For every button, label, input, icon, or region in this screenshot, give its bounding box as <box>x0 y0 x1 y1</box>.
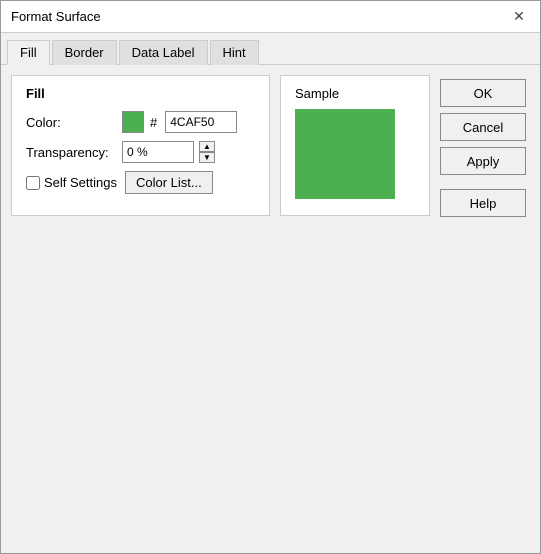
transparency-input[interactable] <box>122 141 194 163</box>
spinner-up[interactable]: ▲ <box>199 141 215 152</box>
tab-data-label[interactable]: Data Label <box>119 40 208 65</box>
ok-button[interactable]: OK <box>440 79 526 107</box>
tab-border[interactable]: Border <box>52 40 117 65</box>
color-list-button[interactable]: Color List... <box>125 171 213 194</box>
close-button[interactable]: ✕ <box>508 6 530 28</box>
main-panel: Fill Color: # Transparency: ▲ <box>11 75 430 543</box>
sample-title: Sample <box>295 86 415 101</box>
sample-group: Sample <box>280 75 430 216</box>
panels-row: Fill Color: # Transparency: ▲ <box>11 75 430 216</box>
cancel-button[interactable]: Cancel <box>440 113 526 141</box>
sample-color-box <box>295 109 395 199</box>
fill-group-title: Fill <box>26 86 255 101</box>
self-settings-checkbox[interactable] <box>26 176 40 190</box>
hex-color-input[interactable] <box>165 111 237 133</box>
title-bar: Format Surface ✕ <box>1 1 540 33</box>
transparency-spinner[interactable]: ▲ ▼ <box>199 141 215 163</box>
spinner-down[interactable]: ▼ <box>199 152 215 163</box>
content-area: Fill Color: # Transparency: ▲ <box>1 65 540 553</box>
help-button[interactable]: Help <box>440 189 526 217</box>
dialog-title: Format Surface <box>11 9 101 24</box>
hash-symbol: # <box>150 115 157 130</box>
tab-fill[interactable]: Fill <box>7 40 50 65</box>
right-buttons: OK Cancel Apply Help <box>440 75 530 543</box>
color-row: Color: # <box>26 111 255 133</box>
color-label: Color: <box>26 115 116 130</box>
fill-group: Fill Color: # Transparency: ▲ <box>11 75 270 216</box>
format-surface-dialog: Format Surface ✕ Fill Border Data Label … <box>0 0 541 554</box>
tab-hint[interactable]: Hint <box>210 40 259 65</box>
self-settings-label[interactable]: Self Settings <box>26 175 117 190</box>
apply-button[interactable]: Apply <box>440 147 526 175</box>
self-settings-row: Self Settings Color List... <box>26 171 255 194</box>
close-icon: ✕ <box>513 8 525 25</box>
tab-bar: Fill Border Data Label Hint <box>1 33 540 65</box>
color-swatch[interactable] <box>122 111 144 133</box>
transparency-row: Transparency: ▲ ▼ <box>26 141 255 163</box>
transparency-label: Transparency: <box>26 145 116 160</box>
